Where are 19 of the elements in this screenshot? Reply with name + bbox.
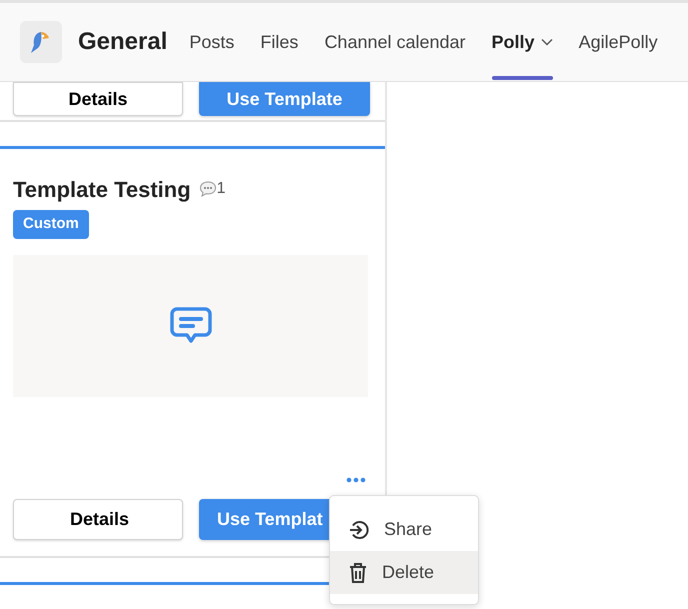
- message-icon: [168, 306, 212, 346]
- channel-tab[interactable]: Posts: [189, 3, 234, 81]
- details-button[interactable]: Details: [13, 498, 183, 540]
- comment-count: 1: [198, 177, 226, 201]
- channel-title: General: [78, 27, 168, 57]
- channel-tab[interactable]: Polly: [492, 3, 553, 81]
- menu-item[interactable]: Delete: [330, 551, 478, 594]
- card-title: Template Testing: [13, 176, 191, 204]
- details-button[interactable]: Details: [13, 82, 183, 116]
- custom-tag: Custom: [13, 210, 89, 238]
- channel-tab[interactable]: AgilePolly: [578, 3, 658, 81]
- channel-tab[interactable]: Channel calendar: [324, 3, 466, 81]
- channel-tab[interactable]: Files: [260, 3, 298, 81]
- app-logo-icon: [20, 21, 62, 63]
- selected-tab-indicator: [492, 76, 553, 80]
- speech-bubble-icon: [198, 181, 217, 197]
- more-options-icon[interactable]: [344, 476, 368, 482]
- trash-icon: [348, 562, 368, 584]
- share-icon: [348, 518, 370, 540]
